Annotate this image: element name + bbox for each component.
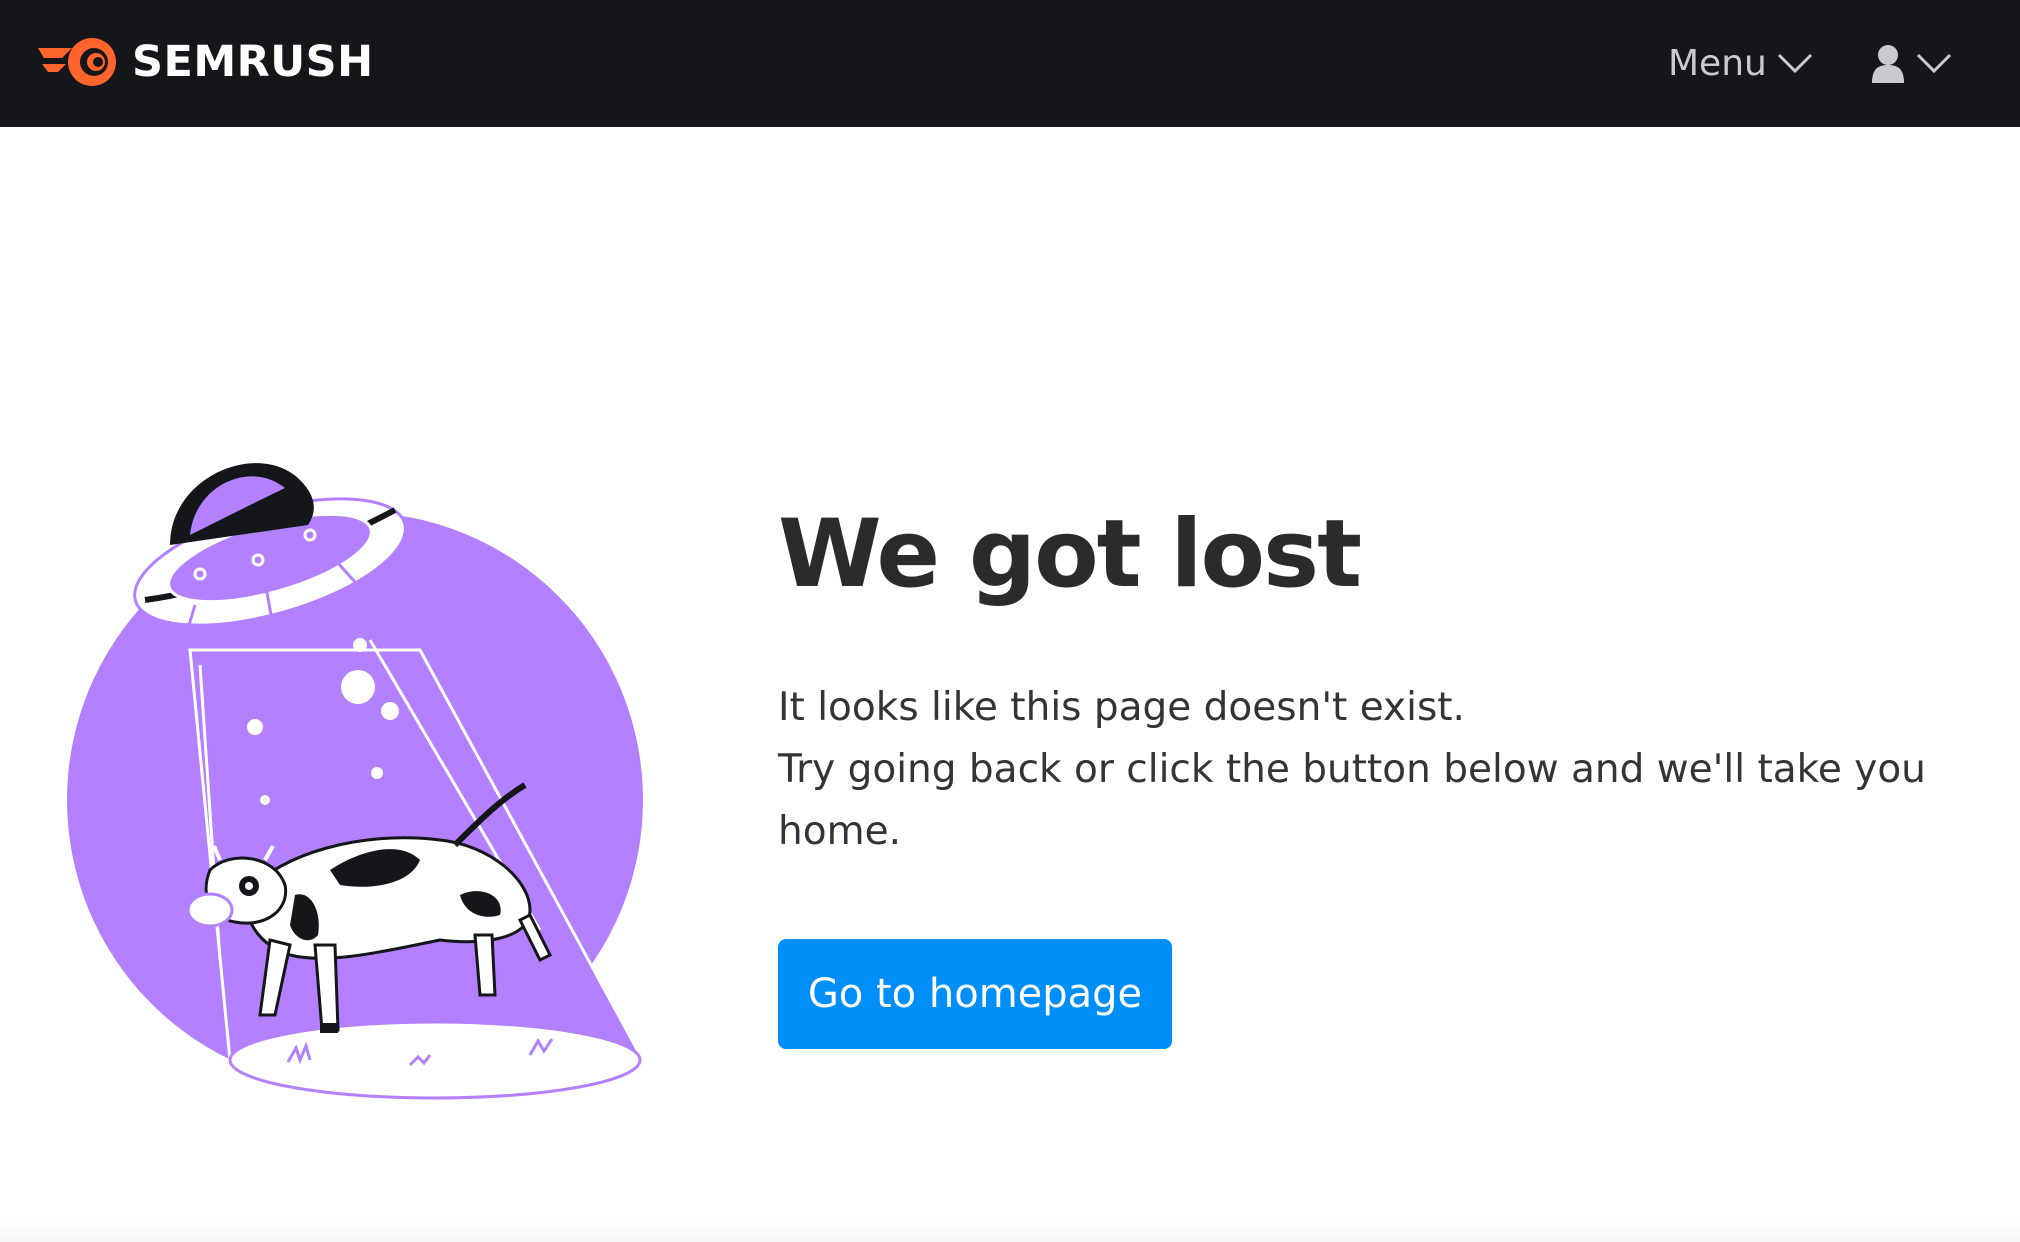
not-found-content: We got lost It looks like this page does… — [778, 495, 1978, 1049]
menu-dropdown-button[interactable]: Menu — [1668, 38, 1813, 88]
top-navigation-bar: SEMRUSH Menu — [0, 0, 2020, 127]
description-line-2: Try going back or click the button below… — [778, 747, 1926, 854]
semrush-flame-icon — [38, 38, 116, 86]
error-description: It looks like this page doesn't exist. T… — [778, 677, 1978, 863]
ufo-abducting-cow-illustration — [67, 463, 643, 1100]
page-bottom-edge — [0, 1218, 2020, 1242]
go-to-homepage-button[interactable]: Go to homepage — [778, 939, 1172, 1049]
chevron-down-icon — [1916, 53, 1952, 74]
user-icon — [1872, 45, 1904, 83]
chevron-down-icon — [1777, 53, 1812, 74]
logo-wordmark: SEMRUSH — [132, 37, 374, 87]
semrush-logo[interactable]: SEMRUSH — [38, 34, 374, 90]
page-title: We got lost — [778, 500, 1362, 609]
user-account-button[interactable] — [1870, 36, 1952, 90]
menu-label: Menu — [1668, 42, 1767, 84]
description-line-1: It looks like this page doesn't exist. — [778, 685, 1465, 730]
